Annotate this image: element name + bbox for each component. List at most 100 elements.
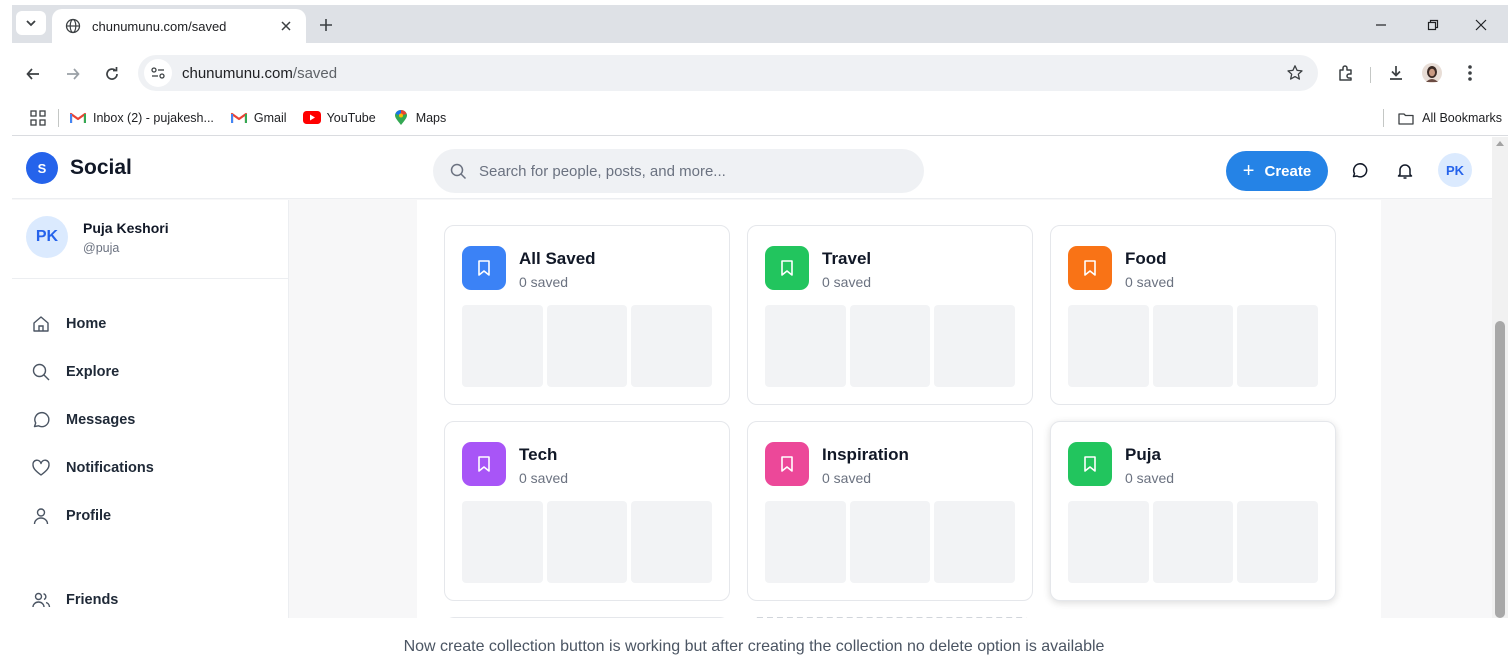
bookmark-icon: [462, 246, 506, 290]
collection-card-tech[interactable]: Tech 0 saved: [444, 421, 730, 601]
sidebar-item-home[interactable]: Home: [30, 309, 270, 339]
globe-icon: [64, 17, 82, 35]
collection-card-all-saved[interactable]: All Saved 0 saved: [444, 225, 730, 405]
search-input[interactable]: Search for people, posts, and more...: [433, 149, 924, 193]
heart-icon: [30, 457, 52, 479]
more-options-icon[interactable]: [1458, 61, 1482, 85]
sidebar-item-messages[interactable]: Messages: [30, 405, 270, 435]
collection-count: 0 saved: [519, 274, 569, 290]
collection-card-inspiration[interactable]: Inspiration 0 saved: [747, 421, 1033, 601]
bookmark-inbox[interactable]: Inbox (2) - pujakesh...: [69, 110, 214, 126]
bookmark-icon: [462, 442, 506, 486]
sidebar-item-label: Home: [66, 316, 107, 332]
collection-card-travel[interactable]: Travel 0 saved: [747, 225, 1033, 405]
extensions-icon[interactable]: [1334, 61, 1358, 85]
profile-picture-icon[interactable]: [1420, 61, 1444, 85]
search-icon: [30, 361, 52, 383]
collection-count: 0 saved: [1125, 470, 1175, 486]
avatar: PK: [26, 216, 68, 258]
sidebar-item-label: Friends: [66, 592, 119, 608]
new-tab-icon[interactable]: [314, 13, 338, 37]
sidebar-item-notifications[interactable]: Notifications: [30, 453, 270, 483]
thumbnail-placeholder: [765, 305, 846, 387]
tab-strip: chunumunu.com/saved: [12, 5, 1508, 43]
sidebar-item-label: Explore: [66, 364, 120, 380]
thumbnail-placeholder: [1237, 501, 1319, 583]
screenshot-caption: Now create collection button is working …: [403, 638, 1105, 655]
thumbnail-placeholder: [631, 305, 713, 387]
apps-grid-icon[interactable]: [28, 108, 48, 128]
collection-count: 0 saved: [822, 274, 872, 290]
browser-window: chunumunu.com/saved chunumunu.com/saved …: [12, 5, 1508, 618]
collection-card-partial[interactable]: [444, 617, 730, 618]
download-icon[interactable]: [1384, 61, 1408, 85]
thumbnail-placeholder: [849, 501, 931, 583]
toolbar-divider: [1370, 67, 1371, 83]
collection-thumbnails: [1068, 501, 1319, 583]
collection-card-puja[interactable]: Puja 0 saved: [1050, 421, 1336, 601]
chevron-down-icon: [26, 20, 36, 27]
bookmarks-divider: [58, 108, 59, 127]
page-scrollbar[interactable]: [1492, 137, 1508, 618]
thumbnail-placeholder: [849, 305, 931, 387]
bookmark-gmail[interactable]: Gmail: [230, 110, 287, 126]
collection-name: Tech: [519, 445, 558, 464]
scroll-up-arrow-icon[interactable]: [1496, 141, 1504, 146]
reload-icon[interactable]: [99, 61, 125, 87]
logo-text[interactable]: Social: [70, 156, 132, 180]
profile-name: Puja Keshori: [83, 220, 169, 236]
sidebar-item-profile[interactable]: Profile: [30, 501, 270, 531]
app-header: S Social Search for people, posts, and m…: [12, 137, 1492, 199]
sidebar-item-explore[interactable]: Explore: [30, 357, 270, 387]
back-icon[interactable]: [20, 61, 46, 87]
thumbnail-placeholder: [1152, 501, 1234, 583]
browser-toolbar: chunumunu.com/saved: [12, 43, 1508, 100]
site-settings-icon[interactable]: [144, 59, 172, 87]
bell-icon[interactable]: [1395, 161, 1415, 181]
profile-card[interactable]: PK Puja Keshori @puja: [12, 200, 288, 279]
message-icon: [30, 409, 52, 431]
all-bookmarks[interactable]: All Bookmarks: [1383, 100, 1502, 136]
collection-thumbnails: [765, 305, 1016, 387]
bookmarks-divider: [1383, 109, 1385, 127]
bookmark-maps[interactable]: Maps: [392, 109, 446, 126]
browser-tab[interactable]: chunumunu.com/saved: [52, 9, 306, 43]
collection-count: 0 saved: [1125, 274, 1175, 290]
bookmark-icon: [765, 442, 809, 486]
close-tab-icon[interactable]: [276, 16, 296, 36]
search-icon: [449, 162, 467, 180]
search-placeholder: Search for people, posts, and more...: [479, 162, 726, 180]
minimize-icon[interactable]: [1370, 14, 1392, 36]
create-button[interactable]: + Create: [1226, 151, 1328, 191]
profile-handle: @puja: [83, 241, 120, 255]
collection-thumbnails: [462, 501, 713, 583]
logo[interactable]: S: [26, 152, 58, 184]
collection-count: 0 saved: [519, 470, 569, 486]
scrollbar-thumb[interactable]: [1495, 321, 1505, 618]
tab-title: chunumunu.com/saved: [92, 18, 227, 34]
thumbnail-placeholder: [462, 501, 543, 583]
create-collection-card[interactable]: [747, 617, 1033, 618]
thumbnail-placeholder: [546, 501, 628, 583]
tab-search-button[interactable]: [16, 11, 46, 35]
address-bar[interactable]: chunumunu.com/saved: [138, 55, 1318, 91]
collection-thumbnails: [1068, 305, 1319, 387]
forward-icon[interactable]: [60, 61, 86, 87]
collection-thumbnails: [462, 305, 713, 387]
restore-icon[interactable]: [1422, 14, 1444, 36]
user-avatar[interactable]: PK: [1438, 153, 1472, 187]
bookmark-star-icon[interactable]: [1284, 62, 1306, 84]
collection-name: Puja: [1125, 445, 1161, 464]
users-icon: [30, 589, 52, 611]
sidebar-item-label: Profile: [66, 508, 112, 524]
bookmark-youtube[interactable]: YouTube: [302, 110, 376, 126]
thumbnail-placeholder: [1068, 501, 1149, 583]
close-window-icon[interactable]: [1470, 14, 1492, 36]
sidebar-item-friends[interactable]: Friends: [30, 585, 270, 615]
message-icon[interactable]: [1349, 161, 1369, 181]
url-text: chunumunu.com/saved: [182, 64, 338, 82]
youtube-icon: [302, 110, 321, 126]
thumbnail-placeholder: [631, 501, 713, 583]
thumbnail-placeholder: [934, 501, 1016, 583]
collection-card-food[interactable]: Food 0 saved: [1050, 225, 1336, 405]
